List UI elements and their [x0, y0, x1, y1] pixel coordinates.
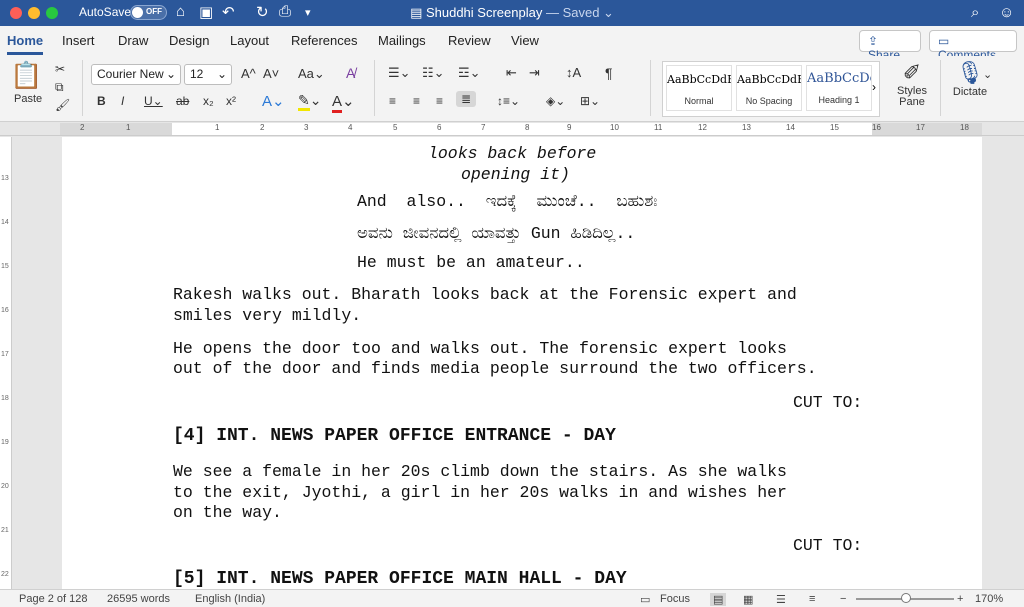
document-page[interactable]: looks back before opening it) And also..…: [62, 137, 982, 589]
word-count[interactable]: 26595 words: [107, 593, 170, 605]
align-right-icon[interactable]: ≡: [436, 94, 443, 108]
chevron-down-icon: ⌄: [165, 67, 176, 81]
text-effects-icon[interactable]: A⌄: [262, 92, 285, 110]
ribbon-tabs: Home Insert Draw Design Layout Reference…: [0, 26, 1024, 62]
superscript-icon[interactable]: x²: [226, 94, 236, 108]
parenthetical-line: looks back before: [428, 144, 597, 163]
show-formatting-icon[interactable]: ¶: [605, 65, 613, 81]
styles-pane-button[interactable]: ✐ Styles Pane: [893, 60, 931, 108]
highlight-icon[interactable]: ✎⌄: [298, 92, 321, 111]
transition-line: CUT TO:: [793, 536, 863, 555]
focus-button[interactable]: Focus: [660, 593, 690, 605]
action-line: We see a female in her 20s climb down th…: [173, 462, 787, 481]
draft-view-icon[interactable]: ≡: [809, 593, 815, 605]
font-color-icon[interactable]: A⌄: [332, 92, 355, 113]
style-normal[interactable]: AaBbCcDdEeNormal: [666, 65, 732, 111]
action-line: Rakesh walks out. Bharath looks back at …: [173, 285, 797, 304]
paste-icon[interactable]: 📋: [10, 60, 42, 91]
document-canvas[interactable]: looks back before opening it) And also..…: [12, 137, 1024, 589]
title-bar: AutoSave OFF ⌂ ▣ ↶ ↻ ⎙ ▾ ▤ Shuddhi Scree…: [0, 0, 1024, 26]
cut-icon[interactable]: ✂: [55, 62, 65, 76]
format-painter-icon[interactable]: 🖌: [55, 98, 70, 112]
numbering-icon[interactable]: ☷⌄: [422, 65, 445, 81]
sort-icon[interactable]: ↕A: [566, 65, 581, 80]
page-count[interactable]: Page 2 of 128: [19, 593, 88, 605]
font-name-select[interactable]: Courier New ⌄: [91, 64, 181, 85]
scene-heading: [5] INT. NEWS PAPER OFFICE MAIN HALL - D…: [173, 569, 627, 589]
subscript-icon[interactable]: x₂: [203, 94, 214, 108]
chevron-right-icon[interactable]: ›: [872, 80, 876, 94]
style-heading-1[interactable]: AaBbCcDc Heading 1: [806, 65, 872, 111]
action-line: to the exit, Jyothi, a girl in her 20s w…: [173, 483, 787, 502]
decrease-indent-icon[interactable]: ⇤: [506, 65, 517, 81]
share-icon: ⇪: [868, 34, 879, 48]
action-line: He opens the door too and walks out. The…: [173, 339, 787, 358]
print-layout-icon[interactable]: ▤: [710, 593, 727, 606]
justify-icon[interactable]: ≣: [456, 91, 477, 107]
tab-home[interactable]: Home: [7, 33, 43, 48]
multilevel-list-icon[interactable]: ☲⌄: [458, 65, 481, 81]
zoom-level[interactable]: 170%: [975, 593, 1003, 605]
bold-icon[interactable]: B: [97, 94, 106, 108]
styles-pane-icon: ✐: [902, 60, 922, 85]
align-left-icon[interactable]: ≡: [389, 94, 396, 108]
tab-review[interactable]: Review: [448, 33, 491, 48]
tab-view[interactable]: View: [511, 33, 539, 48]
action-line: smiles very mildly.: [173, 306, 362, 325]
horizontal-ruler[interactable]: 2 1 1 2 3 4 5 6 7 8 9 10 11 12 13 14 15 …: [0, 122, 1024, 136]
increase-indent-icon[interactable]: ⇥: [529, 65, 540, 81]
shrink-font-icon[interactable]: A˅: [263, 66, 279, 81]
align-center-icon[interactable]: ≡: [413, 94, 420, 108]
comments-button[interactable]: ▭ Comments: [929, 30, 1017, 62]
zoom-slider-handle[interactable]: [901, 593, 911, 603]
web-layout-icon[interactable]: ▦: [743, 593, 753, 606]
action-line: on the way.: [173, 503, 282, 522]
scene-heading: [4] INT. NEWS PAPER OFFICE ENTRANCE - DA…: [173, 426, 616, 446]
ribbon-home: 📋 Paste ✂ ⧉ 🖌 Courier New ⌄ 12 ⌄ A^ A˅ Aa⌄…: [0, 56, 1024, 122]
dialogue-line: ಅವನು ಜೀವನದಲ್ಲಿ ಯಾವತ್ತು Gun ಹಿಡಿದಿಲ್ಲ..: [357, 224, 636, 243]
bullets-icon[interactable]: ☰⌄: [388, 65, 411, 81]
line-spacing-icon[interactable]: ↕≡⌄: [497, 94, 520, 108]
active-tab-indicator: [7, 52, 43, 55]
language-indicator[interactable]: English (India): [195, 593, 265, 605]
share-button[interactable]: ⇪ Share: [859, 30, 921, 62]
outline-view-icon[interactable]: ☰: [776, 593, 786, 606]
tab-references[interactable]: References: [291, 33, 357, 48]
clear-formatting-icon[interactable]: A̸: [346, 65, 355, 81]
strikethrough-icon[interactable]: ab: [176, 94, 189, 108]
chevron-down-icon[interactable]: ⌄: [983, 68, 992, 81]
styles-gallery[interactable]: AaBbCcDdEeNormal AaBbCcDdEeNo Spacing Aa…: [662, 61, 880, 117]
tab-insert[interactable]: Insert: [62, 33, 95, 48]
style-no-spacing[interactable]: AaBbCcDdEeNo Spacing: [736, 65, 802, 111]
vertical-ruler[interactable]: 13 14 15 16 17 18 19 20 21 22: [0, 137, 12, 589]
dialogue-line: He must be an amateur..: [357, 253, 585, 272]
italic-icon[interactable]: I: [121, 94, 124, 108]
user-icon[interactable]: ☺: [999, 4, 1014, 21]
tab-layout[interactable]: Layout: [230, 33, 269, 48]
tab-design[interactable]: Design: [169, 33, 209, 48]
paste-label[interactable]: Paste: [14, 93, 42, 105]
parenthetical-line: opening it): [461, 165, 570, 184]
focus-icon[interactable]: ▭: [640, 593, 650, 606]
document-title: ▤ Shuddhi Screenplay — Saved ⌄: [410, 5, 614, 20]
copy-icon[interactable]: ⧉: [55, 80, 64, 95]
tab-mailings[interactable]: Mailings: [378, 33, 426, 48]
change-case-icon[interactable]: Aa⌄: [298, 66, 325, 82]
font-size-select[interactable]: 12 ⌄: [184, 64, 232, 85]
action-line: out of the door and finds media people s…: [173, 359, 817, 378]
dialogue-line: And also.. ಇದಕ್ಕೆ ಮುಂಚೆ.. ಬಹುಶಃ: [357, 192, 658, 211]
underline-icon[interactable]: U⌄: [144, 94, 163, 108]
grow-font-icon[interactable]: A^: [241, 66, 256, 81]
doc-icon: ▤: [410, 5, 426, 20]
transition-line: CUT TO:: [793, 393, 863, 412]
zoom-in-icon[interactable]: +: [957, 593, 963, 605]
chevron-down-icon: ⌄: [216, 67, 227, 81]
borders-icon[interactable]: ⊞⌄: [580, 94, 600, 108]
shading-icon[interactable]: ◈⌄: [546, 94, 565, 108]
status-bar: Page 2 of 128 26595 words English (India…: [0, 589, 1024, 607]
zoom-out-icon[interactable]: −: [840, 593, 846, 605]
search-icon[interactable]: ⌕: [971, 4, 979, 21]
tab-draw[interactable]: Draw: [118, 33, 148, 48]
comment-icon: ▭: [938, 34, 950, 48]
